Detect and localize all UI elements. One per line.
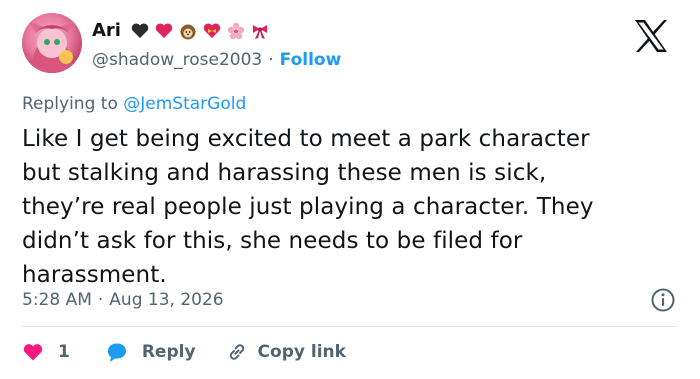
reply-bubble-icon	[107, 343, 126, 362]
tweet-timestamp[interactable]: 5:28 AM · Aug 13, 2026	[22, 287, 224, 313]
divider	[22, 326, 678, 327]
heart-icon	[23, 344, 43, 361]
reply-label: Reply	[141, 342, 196, 362]
x-logo-icon[interactable]	[632, 18, 670, 54]
tweet-line: but stalking and harassing these men is …	[22, 160, 547, 186]
ribbon-icon	[249, 20, 271, 42]
tweet-date: Aug 13, 2026	[109, 290, 224, 310]
separator: ·	[268, 50, 274, 70]
avatar-image	[28, 21, 76, 73]
handle-row: @shadow_rose2003 · Follow	[92, 47, 341, 73]
display-name[interactable]: Ari	[92, 18, 121, 44]
hedgehog-icon	[177, 20, 199, 42]
tweet-line: they’re real people just playing a chara…	[22, 194, 594, 220]
reply-button[interactable]: Reply	[106, 341, 196, 363]
user-name-row: Ari	[92, 18, 271, 44]
name-emojis	[129, 20, 271, 42]
user-handle[interactable]: @shadow_rose2003	[92, 50, 262, 70]
copy-link-label: Copy link	[257, 342, 346, 362]
tweet-line: Like I get being excited to meet a park …	[22, 126, 590, 152]
tweet-line: didn’t ask for this, she needs to be fil…	[22, 228, 523, 254]
red-heart-icon	[153, 20, 175, 42]
heart-with-ribbon-icon	[201, 20, 223, 42]
follow-button[interactable]: Follow	[280, 50, 342, 70]
replying-to: Replying to @JemStarGold	[22, 91, 246, 117]
cherry-blossom-icon	[225, 20, 247, 42]
tweet-card: Ari @shadow_rose2003 · Follow Replying t…	[0, 0, 700, 379]
copy-link-button[interactable]: Copy link	[226, 341, 346, 363]
like-count: 1	[58, 342, 70, 362]
avatar[interactable]	[22, 13, 82, 73]
link-icon	[229, 344, 244, 360]
action-bar: 1 Reply Copy link	[22, 338, 346, 366]
separator: ·	[97, 290, 104, 310]
like-button[interactable]: 1	[22, 341, 70, 363]
replying-prefix: Replying to	[22, 94, 118, 114]
reply-mention-link[interactable]: @JemStarGold	[123, 94, 246, 114]
black-heart-icon	[129, 20, 151, 42]
info-icon[interactable]	[650, 287, 676, 313]
tweet-text: Like I get being excited to meet a park …	[22, 122, 682, 292]
tweet-time: 5:28 AM	[22, 290, 92, 310]
